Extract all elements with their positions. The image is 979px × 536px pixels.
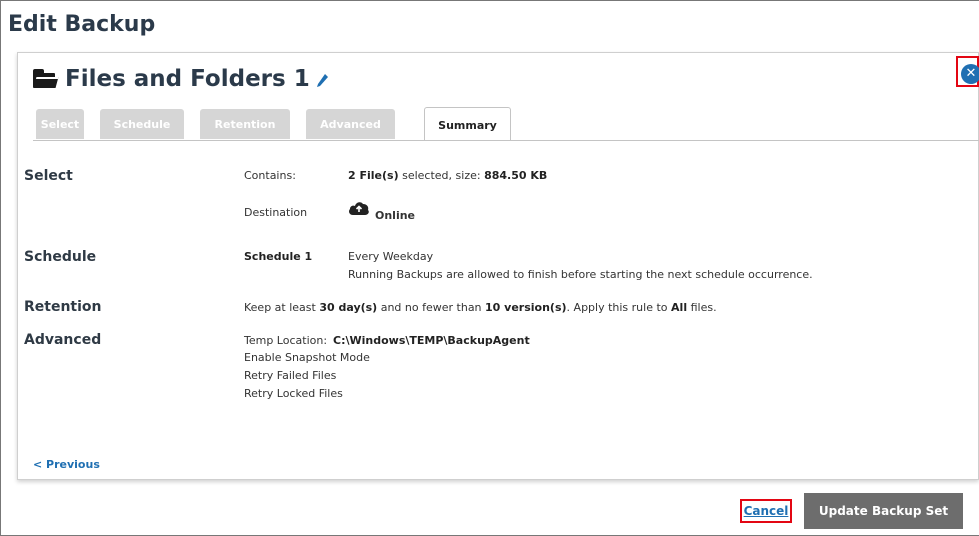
section-select-heading: Select <box>24 168 73 184</box>
retention-rule: Keep at least 30 day(s) and no fewer tha… <box>244 301 717 314</box>
tab-summary[interactable]: Summary <box>424 107 511 140</box>
advanced-option: Retry Locked Files <box>244 387 343 400</box>
close-button[interactable]: ✕ <box>956 56 979 87</box>
contains-value: 2 File(s) selected, size: 884.50 KB <box>348 169 547 182</box>
pencil-icon[interactable] <box>316 74 328 88</box>
close-icon: ✕ <box>961 64 979 84</box>
dialog-title: Edit Backup <box>8 12 156 37</box>
contains-mid-text: selected, size: <box>402 169 481 182</box>
previous-link[interactable]: < Previous <box>33 458 100 471</box>
retention-scope: All <box>671 301 688 314</box>
destination-label: Destination <box>244 206 308 219</box>
section-retention-heading: Retention <box>24 299 102 315</box>
tab-retention[interactable]: Retention <box>200 109 290 139</box>
folder-icon <box>33 69 59 89</box>
cloud-icon <box>349 202 369 215</box>
tab-select[interactable]: Select <box>36 109 84 139</box>
schedule-frequency: Every Weekday <box>348 250 434 263</box>
retention-days: 30 day(s) <box>319 301 378 314</box>
retention-versions: 10 version(s) <box>485 301 567 314</box>
cancel-button[interactable]: Cancel <box>740 499 792 523</box>
temp-location-value: C:\Windows\TEMP\BackupAgent <box>333 334 530 347</box>
update-backup-set-button[interactable]: Update Backup Set <box>804 493 963 529</box>
tab-divider <box>33 140 979 141</box>
schedule-note: Running Backups are allowed to finish be… <box>348 268 813 281</box>
temp-location-label: Temp Location: <box>244 334 328 347</box>
advanced-option: Retry Failed Files <box>244 369 337 382</box>
contains-label: Contains: <box>244 169 296 182</box>
cancel-label: Cancel <box>743 504 789 518</box>
section-advanced-heading: Advanced <box>24 332 102 348</box>
tab-schedule[interactable]: Schedule <box>100 109 184 139</box>
backup-set-title: Files and Folders 1 <box>65 66 310 92</box>
file-count: 2 File(s) <box>348 169 399 182</box>
backup-set-card: Files and Folders 1 Select Schedule Rete… <box>17 52 979 480</box>
schedule-name: Schedule 1 <box>244 250 313 263</box>
card-header: Files and Folders 1 <box>33 66 328 92</box>
section-schedule-heading: Schedule <box>24 249 97 265</box>
destination-value: Online <box>375 209 416 222</box>
tab-advanced[interactable]: Advanced <box>306 109 395 139</box>
selection-size: 884.50 KB <box>484 169 548 182</box>
advanced-option: Enable Snapshot Mode <box>244 351 370 364</box>
